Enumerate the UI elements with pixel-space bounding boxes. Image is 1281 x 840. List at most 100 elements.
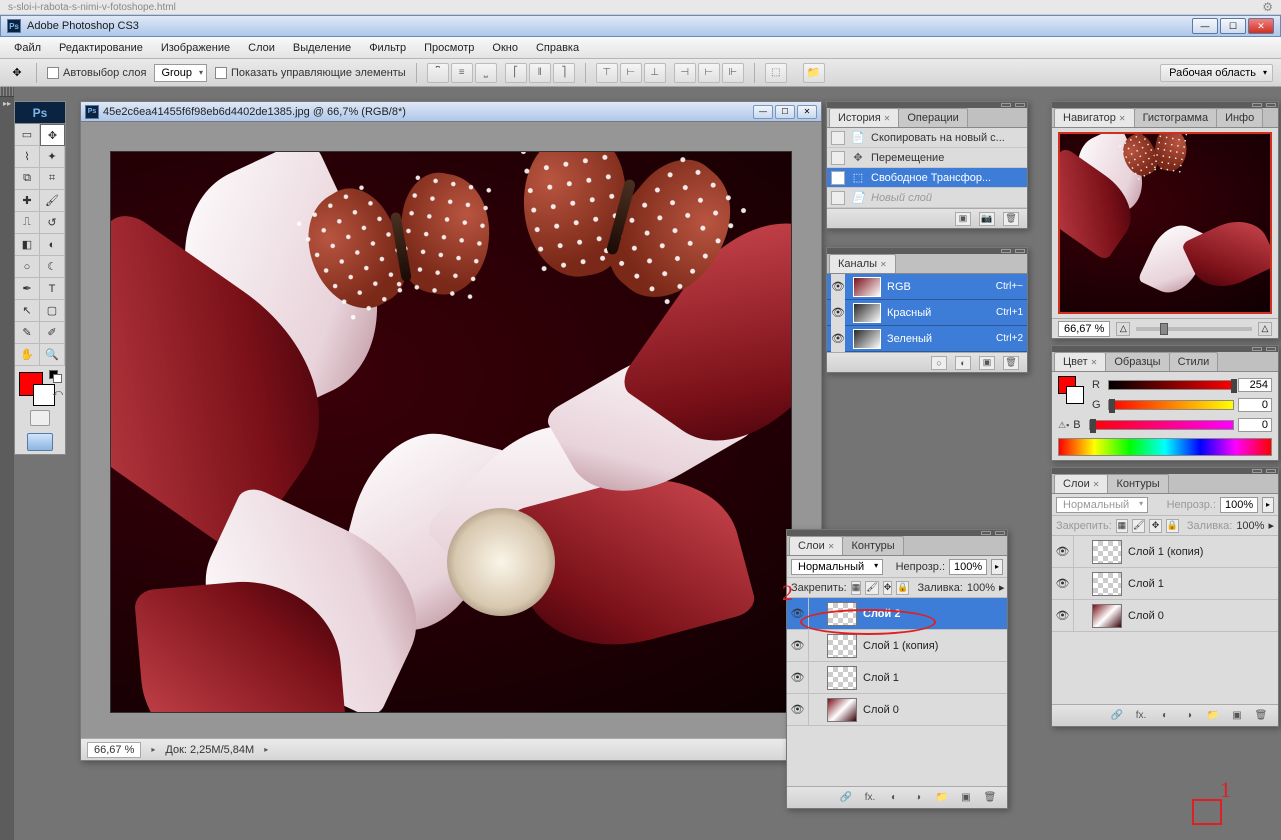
panel-collapse-button[interactable] <box>1001 103 1011 107</box>
zoom-tool[interactable]: 🔍 <box>40 344 65 366</box>
pen-tool[interactable]: ✒ <box>15 278 40 300</box>
zoom-field[interactable]: 66,67 % <box>87 742 141 758</box>
tab-actions[interactable]: Операции <box>898 108 967 127</box>
shape-tool[interactable]: ▢ <box>40 300 65 322</box>
dist-right-button[interactable]: ⊩ <box>722 63 744 83</box>
lock-all-button[interactable]: 🔒 <box>896 581 909 595</box>
menu-select[interactable]: Выделение <box>285 39 359 57</box>
lock-transparency-button[interactable]: ▦ <box>1116 519 1128 533</box>
docinfo-menu-icon[interactable]: ▸ <box>264 745 268 754</box>
tab-histogram[interactable]: Гистограмма <box>1134 108 1218 127</box>
doc-maximize-button[interactable]: ☐ <box>775 105 795 119</box>
gamut-warning-icon[interactable]: ⚠▪ <box>1058 420 1069 431</box>
default-colors-icon[interactable] <box>49 370 61 382</box>
eye-icon[interactable]: 👁 <box>787 630 809 661</box>
dist-left-button[interactable]: ⊣ <box>674 63 696 83</box>
new-group-button[interactable]: 📁 <box>933 790 951 806</box>
eye-icon[interactable]: 👁 <box>1052 568 1074 599</box>
align-bottom-button[interactable]: ⎵ <box>475 63 497 83</box>
doc-minimize-button[interactable]: — <box>753 105 773 119</box>
tab-swatches[interactable]: Образцы <box>1105 352 1169 371</box>
blend-mode-select[interactable]: Нормальный <box>1056 497 1148 513</box>
new-snapshot-button[interactable]: ▣ <box>955 212 971 226</box>
lock-transparency-button[interactable]: ▦ <box>851 581 862 595</box>
tab-layers[interactable]: Слои✕ <box>1054 474 1108 493</box>
minimize-button[interactable]: — <box>1192 18 1218 34</box>
dodge-tool[interactable]: ☾ <box>40 256 65 278</box>
quickmask-button[interactable] <box>30 410 50 426</box>
tab-channels[interactable]: Каналы✕ <box>829 254 896 273</box>
zoom-in-button[interactable]: △ <box>1258 322 1272 336</box>
panel-close-button[interactable] <box>1015 249 1025 253</box>
panel-close-button[interactable] <box>1266 469 1276 473</box>
zoom-slider[interactable] <box>1136 327 1252 331</box>
menu-layer[interactable]: Слои <box>240 39 283 57</box>
menu-view[interactable]: Просмотр <box>416 39 482 57</box>
heal-tool[interactable]: ✚ <box>15 190 40 212</box>
link-layers-button[interactable]: 🔗 <box>837 790 855 806</box>
blend-mode-select[interactable]: Нормальный <box>791 559 883 575</box>
document-titlebar[interactable]: Ps 45e2c6ea41455f6f98eb6d4402de1385.jpg … <box>81 102 821 122</box>
marquee-tool[interactable]: ▭ <box>15 124 40 146</box>
tab-styles[interactable]: Стили <box>1169 352 1219 371</box>
delete-layer-button[interactable]: 🗑 <box>981 790 999 806</box>
canvas-area[interactable] <box>81 122 821 738</box>
adjustment-layer-button[interactable]: ◑ <box>909 790 927 806</box>
align-vcenter-button[interactable]: ≡ <box>451 63 473 83</box>
tab-paths[interactable]: Контуры <box>1107 474 1168 493</box>
history-item[interactable]: 📄Скопировать на новый с... <box>827 128 1027 148</box>
layer-row[interactable]: 👁Слой 1 <box>787 662 1007 694</box>
adjustment-layer-button[interactable]: ◑ <box>1180 708 1198 724</box>
dock-strip-left[interactable]: ▸▸ <box>0 87 14 840</box>
fill-stepper[interactable]: ▸ <box>1268 519 1274 532</box>
eye-icon[interactable]: 👁 <box>1052 536 1074 567</box>
r-slider[interactable] <box>1108 380 1234 390</box>
tab-layers[interactable]: Слои✕ <box>789 536 843 555</box>
panel-collapse-button[interactable] <box>1252 347 1262 351</box>
history-brush-tool[interactable]: ↺ <box>40 212 65 234</box>
canvas[interactable] <box>111 152 791 712</box>
auto-align-button[interactable]: ⬚ <box>765 63 787 83</box>
lasso-tool[interactable]: ⌇ <box>15 146 40 168</box>
dist-bottom-button[interactable]: ⊥ <box>644 63 666 83</box>
lock-paint-button[interactable]: 🖌 <box>1132 519 1145 533</box>
layer-row[interactable]: 👁Слой 0 <box>1052 600 1278 632</box>
fill-field[interactable]: 100% <box>1236 520 1264 532</box>
new-channel-button[interactable]: ▣ <box>979 356 995 370</box>
eye-icon[interactable]: 👁 <box>831 326 845 352</box>
panel-close-button[interactable] <box>1015 103 1025 107</box>
gradient-tool[interactable]: ◐ <box>40 234 65 256</box>
new-layer-button[interactable]: ▣ <box>1228 708 1246 724</box>
tab-navigator[interactable]: Навигатор✕ <box>1054 108 1135 127</box>
path-tool[interactable]: ↖ <box>15 300 40 322</box>
new-doc-button[interactable]: 📷 <box>979 212 995 226</box>
channel-row[interactable]: 👁КрасныйCtrl+1 <box>827 300 1027 326</box>
b-value[interactable]: 0 <box>1238 418 1272 432</box>
align-left-button[interactable]: ⎡ <box>505 63 527 83</box>
menu-help[interactable]: Справка <box>528 39 587 57</box>
r-value[interactable]: 254 <box>1238 378 1272 392</box>
menu-file[interactable]: Файл <box>6 39 49 57</box>
lock-all-button[interactable]: 🔒 <box>1166 519 1179 533</box>
new-layer-button[interactable]: ▣ <box>957 790 975 806</box>
autoselect-scope-select[interactable]: Group <box>154 64 207 82</box>
panel-collapse-button[interactable] <box>1252 469 1262 473</box>
go-bridge-button[interactable]: 📁 <box>803 63 825 83</box>
notes-tool[interactable]: ✎ <box>15 322 40 344</box>
autoselect-checkbox[interactable]: Автовыбор слоя <box>47 67 146 79</box>
menu-edit[interactable]: Редактирование <box>51 39 151 57</box>
eye-icon[interactable]: 👁 <box>1052 600 1074 631</box>
tab-paths[interactable]: Контуры <box>842 536 903 555</box>
eye-icon[interactable]: 👁 <box>787 694 809 725</box>
hand-tool[interactable]: ✋ <box>15 344 40 366</box>
g-slider[interactable] <box>1108 400 1234 410</box>
history-item[interactable]: ✥Перемещение <box>827 148 1027 168</box>
lock-move-button[interactable]: ✥ <box>1149 519 1161 533</box>
link-layers-button[interactable]: 🔗 <box>1108 708 1126 724</box>
dist-top-button[interactable]: ⊤ <box>596 63 618 83</box>
blur-tool[interactable]: ○ <box>15 256 40 278</box>
layer-fx-button[interactable]: fx. <box>1132 708 1150 724</box>
menu-image[interactable]: Изображение <box>153 39 238 57</box>
align-hcenter-button[interactable]: ‖ <box>529 63 551 83</box>
type-tool[interactable]: T <box>40 278 65 300</box>
